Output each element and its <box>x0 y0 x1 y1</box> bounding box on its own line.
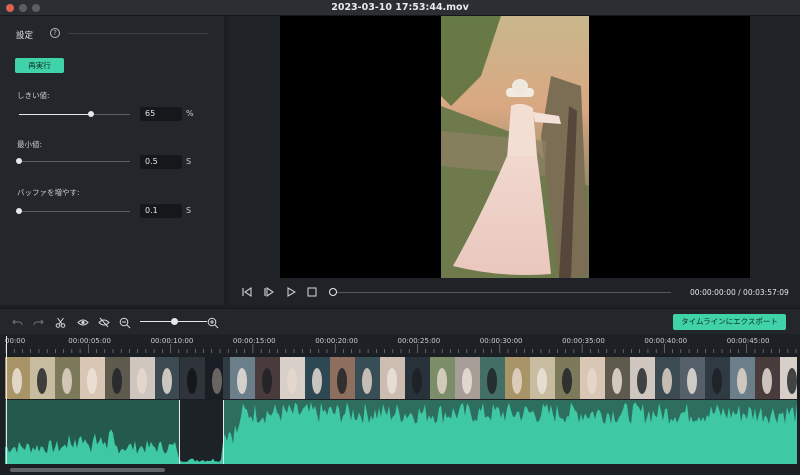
threshold-unit: % <box>186 109 194 118</box>
eye-icon[interactable] <box>77 318 89 327</box>
buffer-knob[interactable] <box>16 208 22 214</box>
export-to-timeline-button[interactable]: タイムラインにエクスポート <box>673 314 786 330</box>
help-icon[interactable]: ? <box>50 28 60 38</box>
video-thumbnails <box>5 357 797 399</box>
threshold-fill <box>19 114 92 115</box>
stop-icon[interactable] <box>307 287 317 297</box>
buffer-unit: S <box>186 206 192 215</box>
zoom-out-icon[interactable] <box>119 317 131 329</box>
playback-scrubber[interactable] <box>333 292 671 293</box>
timecode: 00:00:00:00 / 00:03:57:09 <box>690 288 789 297</box>
threshold-slider[interactable] <box>19 111 130 117</box>
settings-title: 設定 <box>16 31 34 41</box>
timeline-ruler[interactable]: 00:00 00:00:05:00 00:00:10:00 00:00:15:00 00… <box>0 334 800 354</box>
settings-panel: 設定 ? 再実行 しきい値: 65 % 最小値: 0.5 S バッファを増やす:… <box>0 16 224 305</box>
buffer-label: バッファを増やす: <box>17 188 80 197</box>
audio-waveform <box>5 400 797 464</box>
rerun-button[interactable]: 再実行 <box>15 58 64 73</box>
scrollbar-thumb[interactable] <box>10 468 165 472</box>
minimum-unit: S <box>186 157 192 166</box>
minimum-input[interactable]: 0.5 <box>140 155 182 169</box>
threshold-input[interactable]: 65 <box>140 107 182 121</box>
buffer-input[interactable]: 0.1 <box>140 204 182 218</box>
buffer-slider[interactable] <box>16 208 130 214</box>
threshold-label: しきい値: <box>17 91 50 100</box>
preview-panel <box>228 16 800 305</box>
play-icon[interactable] <box>286 287 296 297</box>
threshold-knob[interactable] <box>88 111 95 117</box>
zoom-slider-knob[interactable] <box>170 318 178 325</box>
minimum-label: 最小値: <box>17 140 43 149</box>
ruler-ticks <box>5 344 797 353</box>
redo-icon[interactable] <box>33 318 44 327</box>
scrubber-knob[interactable] <box>329 288 337 296</box>
video-frame <box>441 16 589 278</box>
scissors-icon[interactable] <box>55 317 66 328</box>
title-bar: 2023-03-10 17:53:44.mov <box>0 0 800 16</box>
audio-track[interactable] <box>5 400 797 464</box>
window-title: 2023-03-10 17:53:44.mov <box>331 2 469 13</box>
divider <box>68 33 208 34</box>
minimum-slider[interactable] <box>16 158 130 164</box>
zoom-in-icon[interactable] <box>207 317 219 329</box>
eye-off-icon[interactable] <box>98 317 110 328</box>
video-track[interactable] <box>5 357 797 399</box>
next-frame-icon[interactable] <box>264 287 274 297</box>
video-viewer[interactable] <box>280 16 750 278</box>
undo-icon[interactable] <box>12 318 23 327</box>
playhead[interactable] <box>6 336 7 464</box>
minimum-knob[interactable] <box>16 158 22 164</box>
previous-frame-icon[interactable] <box>242 287 252 297</box>
